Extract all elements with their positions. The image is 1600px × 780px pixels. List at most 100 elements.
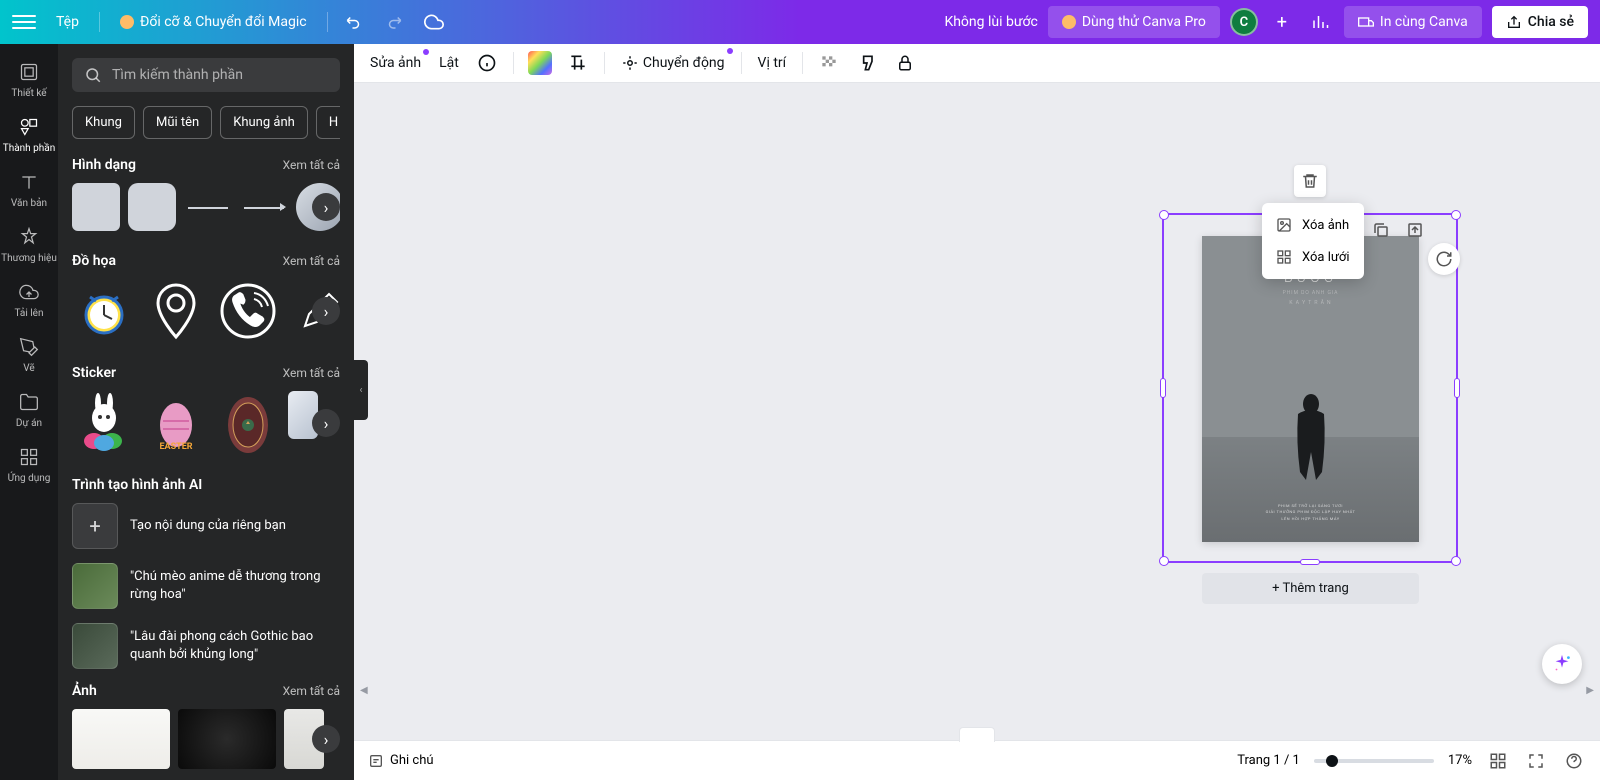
nav-draw[interactable]: Vẽ [0, 327, 58, 382]
menu-delete-image[interactable]: Xóa ảnh [1262, 209, 1364, 241]
insights-button[interactable] [1306, 8, 1334, 36]
transparency-icon[interactable] [817, 51, 841, 75]
crop-icon[interactable] [566, 51, 590, 75]
position-button[interactable]: Vị trí [756, 51, 789, 75]
user-avatar[interactable]: C [1230, 8, 1258, 36]
add-page-button[interactable]: + Thêm trang [1202, 573, 1419, 604]
info-icon[interactable] [475, 51, 499, 75]
poster-figure [1286, 392, 1336, 482]
context-toolbar: Sửa ảnh Lật Chuyển động Vị trí [354, 44, 1600, 83]
color-picker[interactable] [528, 51, 552, 75]
nav-design[interactable]: Thiết kế [0, 52, 58, 107]
shape-arrow-line[interactable] [240, 183, 288, 231]
page-indicator[interactable]: Trang 1 / 1 [1237, 753, 1300, 768]
panel-collapse-handle[interactable]: ‹ [354, 360, 368, 420]
design-page[interactable]: LÙI BƯỚC PHIM DO ANH GIA K A Y T R Â N P… [1202, 236, 1419, 542]
undo-button[interactable] [340, 8, 368, 36]
flip-button[interactable]: Lật [437, 51, 461, 75]
resize-magic-button[interactable]: Đổi cỡ & Chuyển đổi Magic [112, 10, 315, 34]
nav-uploads[interactable]: Tải lên [0, 272, 58, 327]
export-page-button[interactable] [1402, 217, 1428, 243]
duplicate-page-button[interactable] [1368, 217, 1394, 243]
graphic-clock[interactable] [72, 279, 136, 343]
help-button[interactable] [1562, 749, 1586, 773]
redo-button[interactable] [380, 8, 408, 36]
sticker-decorated-egg[interactable] [216, 391, 280, 455]
delete-button[interactable] [1294, 165, 1326, 197]
add-member-button[interactable]: + [1268, 8, 1296, 36]
shape-square[interactable] [72, 183, 120, 231]
truck-icon [1358, 14, 1374, 30]
chip-frame[interactable]: Khung [72, 106, 135, 139]
photos-scroll-right[interactable]: › [312, 725, 340, 753]
graphic-location-pin[interactable] [144, 279, 208, 343]
ai-create-own[interactable]: + Tạo nội dung của riêng bạn [72, 503, 340, 549]
lock-icon[interactable] [893, 51, 917, 75]
resize-handle-br[interactable] [1451, 556, 1461, 566]
shape-line[interactable] [184, 183, 232, 231]
page-tools [1368, 217, 1428, 243]
graphics-see-all[interactable]: Xem tất cả [283, 254, 340, 268]
nav-apps[interactable]: Ứng dụng [0, 437, 58, 492]
resize-handle-bl[interactable] [1159, 556, 1169, 566]
try-pro-label: Dùng thử Canva Pro [1082, 14, 1206, 30]
print-button[interactable]: In cùng Canva [1344, 6, 1482, 38]
sparkle-icon [1551, 653, 1573, 675]
try-pro-button[interactable]: Dùng thử Canva Pro [1048, 6, 1220, 38]
workspace[interactable]: LÙI BƯỚC PHIM DO ANH GIA K A Y T R Â N P… [354, 83, 1600, 740]
search-box[interactable] [72, 58, 340, 92]
ai-assist-fab[interactable] [1542, 644, 1582, 684]
resize-handle-tr[interactable] [1451, 210, 1461, 220]
photo-thumb-2[interactable] [178, 709, 276, 769]
nav-draw-label: Vẽ [23, 363, 34, 374]
file-menu[interactable]: Tệp [48, 10, 87, 34]
chip-arrow[interactable]: Mũi tên [143, 106, 212, 139]
regenerate-button[interactable] [1428, 243, 1460, 275]
edit-image-button[interactable]: Sửa ảnh [368, 51, 423, 75]
shapes-scroll-right[interactable]: › [312, 193, 340, 221]
hscroll-left-icon[interactable]: ◀ [360, 685, 368, 696]
graphics-scroll-right[interactable]: › [312, 297, 340, 325]
shapes-see-all[interactable]: Xem tất cả [283, 158, 340, 172]
nav-brand-label: Thương hiệu [1, 253, 57, 264]
document-title[interactable]: Không lùi bước [944, 14, 1037, 30]
nav-uploads-label: Tải lên [14, 308, 43, 319]
graphic-phone[interactable] [216, 279, 280, 343]
zoom-value[interactable]: 17% [1448, 753, 1472, 768]
grid-view-button[interactable] [1486, 749, 1510, 773]
resize-handle-tl[interactable] [1159, 210, 1169, 220]
shape-rounded[interactable] [128, 183, 176, 231]
resize-edge-bottom[interactable] [1300, 559, 1320, 565]
fullscreen-button[interactable] [1524, 749, 1548, 773]
bottom-bar: Ghi chú Trang 1 / 1 17% [354, 740, 1600, 780]
sticker-easter-egg[interactable]: EASTER [144, 391, 208, 455]
photo-thumb-1[interactable] [72, 709, 170, 769]
cloud-sync-icon[interactable] [420, 8, 448, 36]
poster-credits: PHIM SẼ TRỞ LẠI SÁNG TƯƠI GIẢI THƯỞNG PH… [1202, 503, 1419, 522]
chip-more[interactable]: H [316, 106, 340, 139]
zoom-slider[interactable] [1314, 759, 1434, 763]
sticker-scroll-right[interactable]: › [312, 409, 340, 437]
share-button[interactable]: Chia sẻ [1492, 6, 1588, 38]
zoom-thumb[interactable] [1326, 755, 1338, 767]
hscroll-right-icon[interactable]: ▶ [1586, 685, 1594, 696]
resize-edge-left[interactable] [1160, 378, 1166, 398]
nav-projects[interactable]: Dự án [0, 382, 58, 437]
ai-prompt-cat[interactable]: "Chú mèo anime dễ thương trong rừng hoa" [72, 563, 340, 609]
ai-prompt-castle[interactable]: "Lâu đài phong cách Gothic bao quanh bởi… [72, 623, 340, 669]
photos-see-all[interactable]: Xem tất cả [283, 684, 340, 698]
delete-context-menu: Xóa ảnh Xóa lưới [1262, 203, 1364, 279]
main-menu-button[interactable] [12, 15, 36, 29]
sticker-see-all[interactable]: Xem tất cả [283, 366, 340, 380]
animate-button[interactable]: Chuyển động [619, 50, 727, 76]
nav-text[interactable]: Văn bản [0, 162, 58, 217]
nav-brand[interactable]: Thương hiệu [0, 217, 58, 272]
sticker-bunny[interactable] [72, 391, 136, 455]
search-input[interactable] [112, 67, 328, 83]
nav-elements[interactable]: Thành phần [0, 107, 58, 162]
copy-style-icon[interactable] [855, 51, 879, 75]
notes-button[interactable]: Ghi chú [368, 753, 434, 769]
menu-delete-grid[interactable]: Xóa lưới [1262, 241, 1364, 273]
chip-photo-frame[interactable]: Khung ảnh [220, 106, 308, 139]
resize-edge-right[interactable] [1454, 378, 1460, 398]
